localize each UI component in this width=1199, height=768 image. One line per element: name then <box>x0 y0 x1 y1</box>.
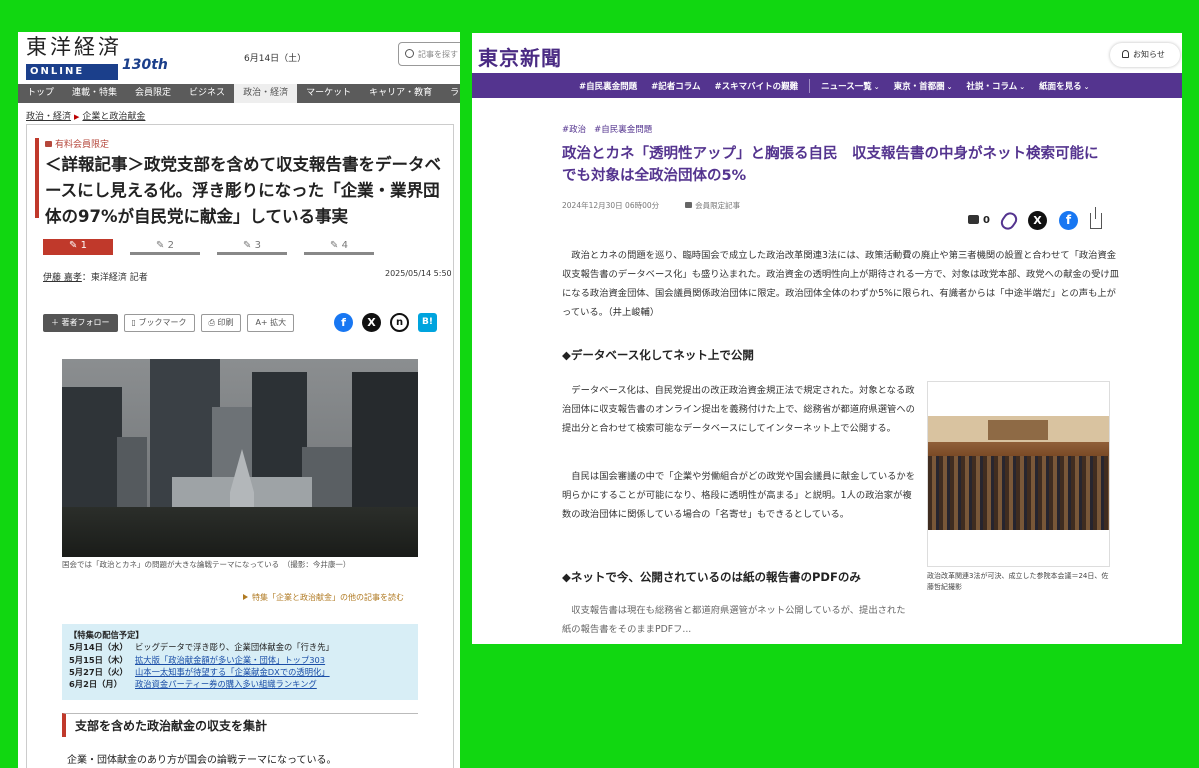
nav-tag-item[interactable]: #記者コラム <box>644 80 707 92</box>
nav-item[interactable]: 東京・首都圏 ⌄ <box>887 80 960 92</box>
schedule-link[interactable]: 拡大版「政治献金額が多い企業・団体」トップ303 <box>135 655 325 665</box>
zoom-button[interactable]: A+ 拡大 <box>247 314 295 332</box>
breadcrumb-item[interactable]: 企業と政治献金 <box>82 112 145 122</box>
subheading: ◆ネットで今、公開されているのは紙の報告書のPDFのみ <box>562 570 861 584</box>
schedule-row: 5月15日（木） 拡大版「政治献金額が多い企業・団体」トップ303 <box>69 654 326 665</box>
breadcrumb-item[interactable]: 政治・経済 <box>26 112 71 122</box>
bell-icon <box>1122 50 1129 58</box>
comment-icon <box>968 215 979 224</box>
member-only-label: 有料会員限定 <box>45 137 109 150</box>
facebook-icon[interactable]: f <box>1058 211 1078 230</box>
nav-item[interactable]: 連載・特集 <box>63 84 126 103</box>
article-photo-diet-building <box>62 359 418 557</box>
nav-item[interactable]: キャリア・教育 <box>360 84 441 103</box>
article-box: 有料会員限定 ＜詳報記事＞政党支部を含めて収支報告書をデータベースにし見える化。… <box>26 124 454 768</box>
breadcrumb-arrow-icon: ▶ <box>74 113 80 121</box>
nav-tag-item[interactable]: #スキマバイトの艱難 <box>708 80 806 92</box>
body-paragraph: データベース化は、自民党提出の改正政治資金規正法で規定された。対象となる政治団体… <box>562 385 915 434</box>
breadcrumb: 政治・経済 ▶ 企業と政治献金 <box>26 109 145 122</box>
publish-date: 2024年12月30日 06時00分 <box>562 201 660 210</box>
paperclip-icon[interactable] <box>998 209 1020 232</box>
chevron-down-icon: ⌄ <box>1083 82 1090 91</box>
body-text: 企業・団体献金のあり方が国会の論戦テーマになっている。 <box>67 755 337 766</box>
tag-link[interactable]: #政治 <box>562 125 586 135</box>
page-tab-3[interactable]: ✎ 3 <box>217 239 287 255</box>
article-photo-diet-session <box>927 381 1110 567</box>
bookmark-button[interactable]: ▯ ブックマーク <box>123 314 195 332</box>
search-icon <box>405 49 414 58</box>
article-meta: 2024年12月30日 06時00分 会員限定記事 <box>562 200 740 211</box>
note-icon[interactable]: n <box>390 313 409 332</box>
nav-tag-item[interactable]: #自民裏金問題 <box>572 80 644 92</box>
main-nav: #自民裏金問題 #記者コラム #スキマバイトの艱難 ニュース一覧 ⌄ 東京・首都圏… <box>472 73 1182 98</box>
facebook-icon[interactable]: f <box>334 313 353 332</box>
nav-item[interactable]: ビジネス <box>180 84 234 103</box>
member-only-label: 会員限定記事 <box>695 201 741 210</box>
schedule-row: 5月14日（水） ビッグデータで浮き彫り、企業団体献金の「行き先」 <box>69 642 334 653</box>
schedule-link[interactable]: 山本一太知事が待望する「企業献金DXでの透明化」 <box>135 667 330 677</box>
article-tools: ＋ 著者フォロー ▯ ブックマーク ⎙ 印刷 A+ 拡大 <box>43 314 295 332</box>
schedule-link[interactable]: 政治資金パーティー券の購入多い組織ランキング <box>135 679 317 689</box>
nav-item[interactable]: ライフ <box>441 84 460 103</box>
toyokeizai-page: 東洋経済 ONLINE 130th 6月14日（土） 記事を探す トップ 連載・… <box>18 32 460 768</box>
schedule-row: 6月2日（月） 政治資金パーティー券の購入多い組織ランキング <box>69 679 317 690</box>
nav-item[interactable]: マーケット <box>297 84 360 103</box>
comment-button[interactable]: 0 <box>968 215 990 226</box>
article-title: 政治とカネ「透明性アップ」と胸張る自民 収支報告書の中身がネット検索可能に でも… <box>562 146 1113 184</box>
title-accent-bar <box>35 138 39 218</box>
schedule-row: 5月27日（火） 山本一太知事が待望する「企業献金DXでの透明化」 <box>69 666 330 677</box>
body-paragraph: 自民は国会審議の中で「企業や労働組合がどの政党や国会議員に献金しているかを明らか… <box>562 471 916 520</box>
x-icon[interactable]: X <box>362 313 381 332</box>
nav-item[interactable]: トップ <box>18 84 63 103</box>
share-buttons: f X n B! <box>334 313 437 332</box>
search-input[interactable]: 記事を探す <box>398 42 460 66</box>
main-nav: トップ 連載・特集 会員限定 ビジネス 政治・経済 マーケット キャリア・教育 … <box>18 84 460 103</box>
tag-link[interactable]: #自民裏金問題 <box>594 125 652 135</box>
schedule-box: 【特集の配信予定】 5月14日（水） ビッグデータで浮き彫り、企業団体献金の「行き… <box>62 624 418 700</box>
nav-item[interactable]: 会員限定 <box>126 84 180 103</box>
lock-icon <box>685 202 693 208</box>
share-buttons: 0 X f <box>968 206 1102 232</box>
article-tags: #政治 #自民裏金問題 <box>562 123 660 135</box>
publish-date: 2025/05/14 5:50 <box>385 269 452 278</box>
nav-item[interactable]: ニュース一覧 ⌄ <box>814 80 886 92</box>
notification-button[interactable]: お知らせ <box>1110 43 1180 67</box>
print-button[interactable]: ⎙ 印刷 <box>200 314 242 332</box>
nav-item-active[interactable]: 政治・経済 <box>234 84 298 103</box>
nav-item[interactable]: 社説・コラム ⌄ <box>959 80 1032 92</box>
page-tabs: ✎ 1 ✎ 2 ✎ 3 ✎ 4 <box>43 239 425 255</box>
related-articles-link[interactable]: 特集「企業と政治献金」の他の記事を読む <box>243 592 404 603</box>
author: 伊藤 嘉孝：東洋経済 記者 <box>43 273 148 283</box>
nav-divider <box>809 78 811 93</box>
follow-author-button[interactable]: ＋ 著者フォロー <box>43 314 118 332</box>
toyokeizai-logo[interactable]: 東洋経済 ONLINE 130th <box>26 35 168 80</box>
page-tab-1[interactable]: ✎ 1 <box>43 239 113 255</box>
page-tab-4[interactable]: ✎ 4 <box>304 239 374 255</box>
chevron-down-icon: ⌄ <box>1019 82 1026 91</box>
tokyo-shimbun-logo[interactable]: 東京新聞 <box>478 42 562 71</box>
header-date: 6月14日（土） <box>244 54 307 64</box>
article-title: ＜詳報記事＞政党支部を含めて収支報告書をデータベースにし見える化。浮き彫りになっ… <box>45 155 441 226</box>
lead-paragraph: 政治とカネの問題を巡り、臨時国会で成立した政治改革関連3法には、政策活動費の廃止… <box>562 250 1119 318</box>
tokyo-shimbun-page: 東京新聞 お知らせ #自民裏金問題 #記者コラム #スキマバイトの艱難 ニュース… <box>472 33 1182 644</box>
section-heading: 支部を含めた政治献金の収支を集計 <box>62 713 418 737</box>
nav-item[interactable]: 紙面を見る ⌄ <box>1032 80 1096 92</box>
share-icon[interactable] <box>1089 206 1102 229</box>
subheading: ◆データベース化してネット上で公開 <box>562 348 754 362</box>
author-name[interactable]: 伊藤 嘉孝 <box>43 273 82 283</box>
hatena-bookmark-icon[interactable]: B! <box>418 313 437 332</box>
chevron-down-icon: ⌄ <box>873 82 880 91</box>
photo-caption: 国会では「政治とカネ」の問題が大きな論戦テーマになっている （撮影：今井康一） <box>62 560 351 569</box>
body-paragraph-faded: 収支報告書は現在も総務省と都道府県選管がネット公開しているが、提出された紙の報告… <box>562 605 906 635</box>
arrow-right-icon <box>243 594 248 600</box>
chevron-down-icon: ⌄ <box>946 82 953 91</box>
page-tab-2[interactable]: ✎ 2 <box>130 239 200 255</box>
lock-icon <box>45 141 52 147</box>
photo-caption: 政治改革関連3法が可決、成立した参院本会議＝24日、佐藤哲紀撮影 <box>927 572 1109 591</box>
x-icon[interactable]: X <box>1027 211 1047 230</box>
